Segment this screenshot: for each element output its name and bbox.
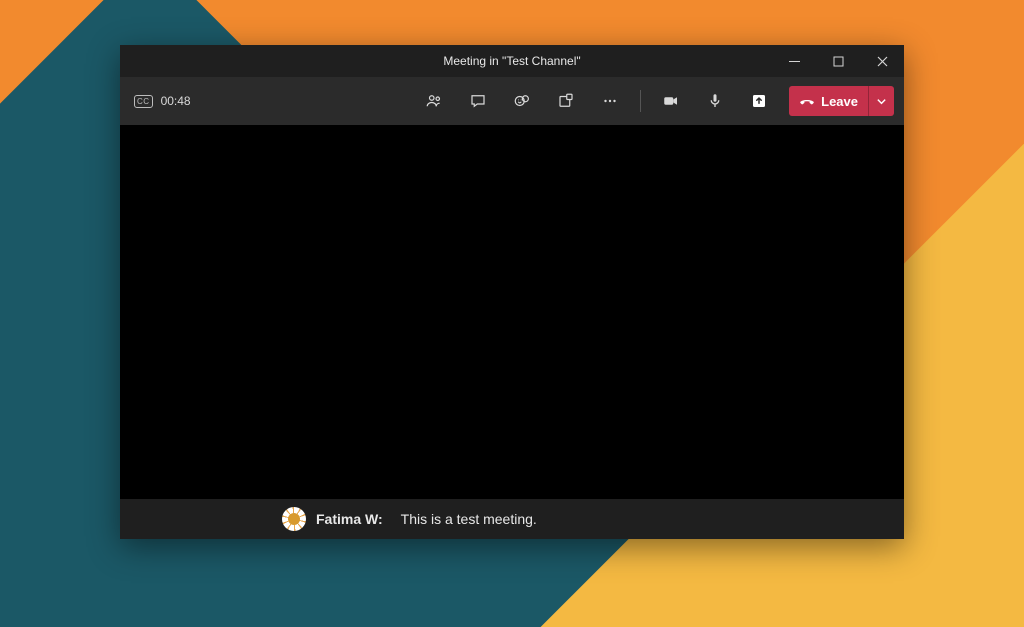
leave-label: Leave (821, 94, 858, 109)
share-button[interactable] (741, 83, 777, 119)
speaker-avatar (282, 507, 306, 531)
rooms-icon (557, 92, 575, 110)
minimize-icon (789, 56, 800, 67)
people-icon (425, 92, 443, 110)
meeting-toolbar: CC 00:48 (120, 77, 904, 125)
chevron-down-icon (876, 96, 887, 107)
captions-indicator[interactable]: CC (134, 95, 153, 108)
close-button[interactable] (860, 45, 904, 77)
cc-icon: CC (134, 95, 153, 108)
close-icon (877, 56, 888, 67)
mic-icon (706, 92, 724, 110)
leave-dropdown[interactable] (868, 86, 894, 116)
caption-bar: Fatima W: This is a test meeting. (120, 499, 904, 539)
reactions-button[interactable] (504, 83, 540, 119)
more-button[interactable] (592, 83, 628, 119)
chat-button[interactable] (460, 83, 496, 119)
rooms-button[interactable] (548, 83, 584, 119)
people-button[interactable] (416, 83, 452, 119)
call-timer: 00:48 (161, 94, 191, 108)
more-icon (601, 92, 619, 110)
leave-button[interactable]: Leave (789, 86, 894, 116)
mic-button[interactable] (697, 83, 733, 119)
minimize-button[interactable] (772, 45, 816, 77)
leave-main[interactable]: Leave (789, 86, 868, 116)
reactions-icon (513, 92, 531, 110)
maximize-icon (833, 56, 844, 67)
hangup-icon (799, 93, 815, 109)
share-icon (750, 92, 768, 110)
desktop-background: Meeting in "Test Channel" CC 00:48 (0, 0, 1024, 627)
camera-button[interactable] (653, 83, 689, 119)
meeting-window: Meeting in "Test Channel" CC 00:48 (120, 45, 904, 539)
toolbar-divider (640, 90, 641, 112)
window-controls (772, 45, 904, 77)
video-stage (120, 125, 904, 499)
chat-icon (469, 92, 487, 110)
caption-text: This is a test meeting. (401, 511, 537, 527)
caption-speaker: Fatima W: (316, 511, 383, 527)
maximize-button[interactable] (816, 45, 860, 77)
camera-icon (662, 92, 680, 110)
titlebar: Meeting in "Test Channel" (120, 45, 904, 77)
